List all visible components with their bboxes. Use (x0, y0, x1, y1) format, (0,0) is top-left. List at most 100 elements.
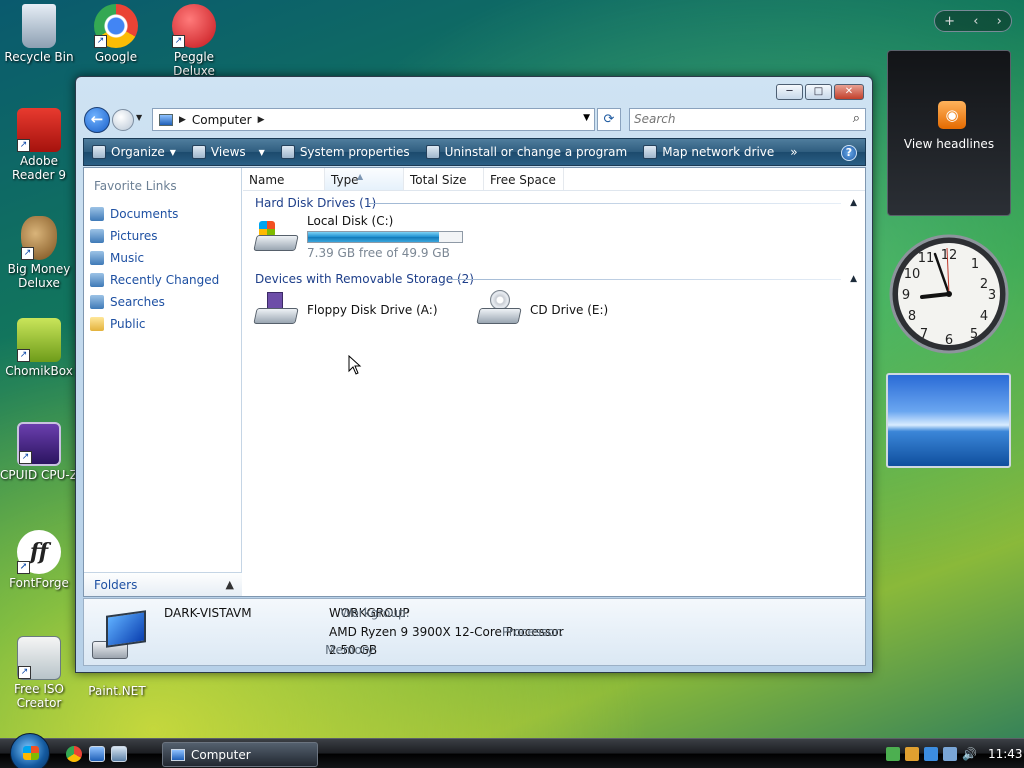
group-header-hard-disk-drives[interactable]: Hard Disk Drives (1) (255, 195, 376, 211)
address-dropdown[interactable]: ▼ (583, 113, 590, 123)
desktop-icon-chrome[interactable]: ↗ Google Chrome (77, 4, 155, 64)
desktop-icon-label: FontForge (9, 576, 69, 590)
computer-name: DARK-VISTAVM (164, 606, 252, 620)
favorite-link-public[interactable]: Public (90, 313, 219, 335)
svg-text:9: 9 (902, 288, 910, 303)
breadcrumb-separator[interactable]: ▶ (179, 115, 186, 125)
svg-text:7: 7 (920, 327, 928, 342)
group-divider (368, 203, 841, 204)
drive-floppy-a[interactable]: Floppy Disk Drive (A:) (253, 292, 438, 328)
start-button[interactable] (10, 733, 50, 768)
volume-icon[interactable]: 🔊 (962, 747, 977, 761)
group-header-removable-storage[interactable]: Devices with Removable Storage (2) (255, 271, 474, 287)
favorite-link-documents[interactable]: Documents (90, 203, 219, 225)
slideshow-gadget[interactable] (886, 373, 1011, 468)
desktop-icon-fontforge[interactable]: ff ↗ FontForge (0, 530, 78, 590)
minimize-button[interactable]: ─ (776, 84, 803, 100)
money-bag-icon: ↗ (21, 216, 57, 260)
favorite-link-music[interactable]: Music (90, 247, 219, 269)
show-desktop-icon[interactable] (89, 746, 105, 762)
favorite-link-recently-changed[interactable]: Recently Changed (90, 269, 219, 291)
hard-disk-icon (253, 219, 299, 255)
search-input[interactable] (634, 109, 834, 129)
desktop-icon-peggle[interactable]: ↗ Peggle Deluxe (155, 4, 233, 78)
breadcrumb-computer[interactable]: Computer (192, 113, 252, 127)
close-button[interactable]: ✕ (834, 84, 864, 100)
feed-headlines-label[interactable]: View headlines (888, 137, 1010, 151)
maximize-button[interactable]: □ (805, 84, 832, 100)
previous-gadgets-button[interactable]: ‹ (973, 14, 978, 29)
more-commands-button[interactable]: » (782, 139, 805, 165)
chevron-down-icon: ▼ (258, 147, 265, 157)
clock-gadget[interactable]: 1212 33 456 789 1011 (888, 232, 1010, 356)
chevron-up-icon: ▲ (225, 578, 234, 591)
drive-local-disk-c[interactable]: Local Disk (C:) 7.39 GB free of 49.9 GB (253, 214, 463, 260)
command-toolbar: Organize ▼ Views ▼ System properties Uni… (83, 138, 866, 166)
desktop-icon-big-money[interactable]: ↗ Big Money Deluxe (0, 216, 78, 290)
search-icon[interactable]: ⌕ (853, 111, 860, 126)
collapse-group-icon[interactable]: ▲ (850, 274, 857, 284)
network-drive-icon (643, 145, 658, 159)
back-button[interactable]: ← (84, 107, 110, 133)
drive-capacity-fill (308, 232, 440, 242)
desktop-icon-label: Google Chrome (94, 50, 138, 64)
breadcrumb-separator[interactable]: ▶ (258, 115, 265, 125)
uninstall-program-button[interactable]: Uninstall or change a program (418, 139, 636, 165)
map-network-drive-label: Map network drive (662, 145, 775, 159)
switch-windows-icon[interactable] (111, 746, 127, 762)
desktop-icon-recycle-bin[interactable]: Recycle Bin (0, 4, 78, 64)
column-header-type[interactable]: ▲ Type (325, 168, 404, 190)
views-button[interactable]: Views ▼ (184, 139, 273, 165)
next-gadgets-button[interactable]: › (997, 14, 1002, 29)
svg-text:3: 3 (988, 288, 996, 303)
desktop-icon-paintnet[interactable]: Paint.NET (78, 674, 156, 698)
map-network-drive-button[interactable]: Map network drive (635, 139, 782, 165)
desktop-icon-adobe-reader[interactable]: ↗ Adobe Reader 9 (0, 108, 78, 182)
collapse-group-icon[interactable]: ▲ (850, 198, 857, 208)
help-icon[interactable]: ? (841, 145, 857, 161)
drive-name: Floppy Disk Drive (A:) (307, 303, 438, 317)
forward-button[interactable] (112, 109, 134, 131)
favorite-link-searches[interactable]: Searches (90, 291, 219, 313)
tray-app-icon[interactable] (924, 747, 938, 761)
recent-pages-dropdown[interactable]: ▼ (136, 113, 142, 122)
tray-app-icon[interactable] (905, 747, 919, 761)
clock-time[interactable]: 11:43 (988, 747, 1023, 761)
quicklaunch-chrome-icon[interactable] (66, 746, 82, 762)
desktop-icon-cpuz[interactable]: ↗ CPUID CPU-Z (0, 422, 78, 482)
desktop-icon-free-iso-creator[interactable]: ↗ Free ISO Creator (0, 636, 78, 710)
network-icon[interactable] (943, 747, 957, 761)
desktop-icon-chomikbox[interactable]: ↗ ChomikBox (0, 318, 78, 378)
taskbar-button-computer[interactable]: Computer (162, 742, 318, 767)
security-shield-icon[interactable] (886, 747, 900, 761)
organize-button[interactable]: Organize ▼ (84, 139, 184, 165)
folders-toggle[interactable]: Folders ▲ (84, 572, 242, 596)
desktop-icon-label: Peggle Deluxe (173, 50, 215, 78)
column-header-name[interactable]: Name (243, 168, 325, 190)
favorite-links-list: Documents Pictures Music Recently Change… (90, 203, 219, 335)
favorite-link-label: Pictures (110, 229, 158, 243)
feed-headlines-gadget[interactable]: ◉ View headlines (887, 50, 1011, 216)
favorite-links-title: Favorite Links (94, 179, 177, 193)
group-divider (449, 279, 841, 280)
documents-icon (90, 207, 104, 221)
system-properties-button[interactable]: System properties (273, 139, 418, 165)
shortcut-arrow-icon: ↗ (19, 451, 32, 464)
windows-logo-icon (23, 746, 39, 760)
refresh-button[interactable]: ⟳ (597, 108, 621, 131)
favorite-link-label: Public (110, 317, 146, 331)
shortcut-arrow-icon: ↗ (17, 349, 30, 362)
column-header-free-space[interactable]: Free Space (484, 168, 564, 190)
search-box[interactable]: ⌕ (629, 108, 866, 131)
address-bar[interactable]: ▶ Computer ▶ ▼ (152, 108, 595, 131)
desktop-icon-label: Big Money Deluxe (7, 262, 71, 290)
drive-name: CD Drive (E:) (530, 303, 609, 317)
column-header-type-label: Type (331, 173, 359, 187)
file-list-pane: Name ▲ Type Total Size Free Space Hard D… (243, 168, 865, 596)
drive-free-space: 7.39 GB free of 49.9 GB (307, 246, 450, 260)
column-header-total-size[interactable]: Total Size (404, 168, 484, 190)
drive-cd-e[interactable]: CD Drive (E:) (476, 290, 609, 328)
folder-icon (90, 317, 104, 331)
favorite-link-pictures[interactable]: Pictures (90, 225, 219, 247)
add-gadget-button[interactable]: + (944, 14, 955, 29)
